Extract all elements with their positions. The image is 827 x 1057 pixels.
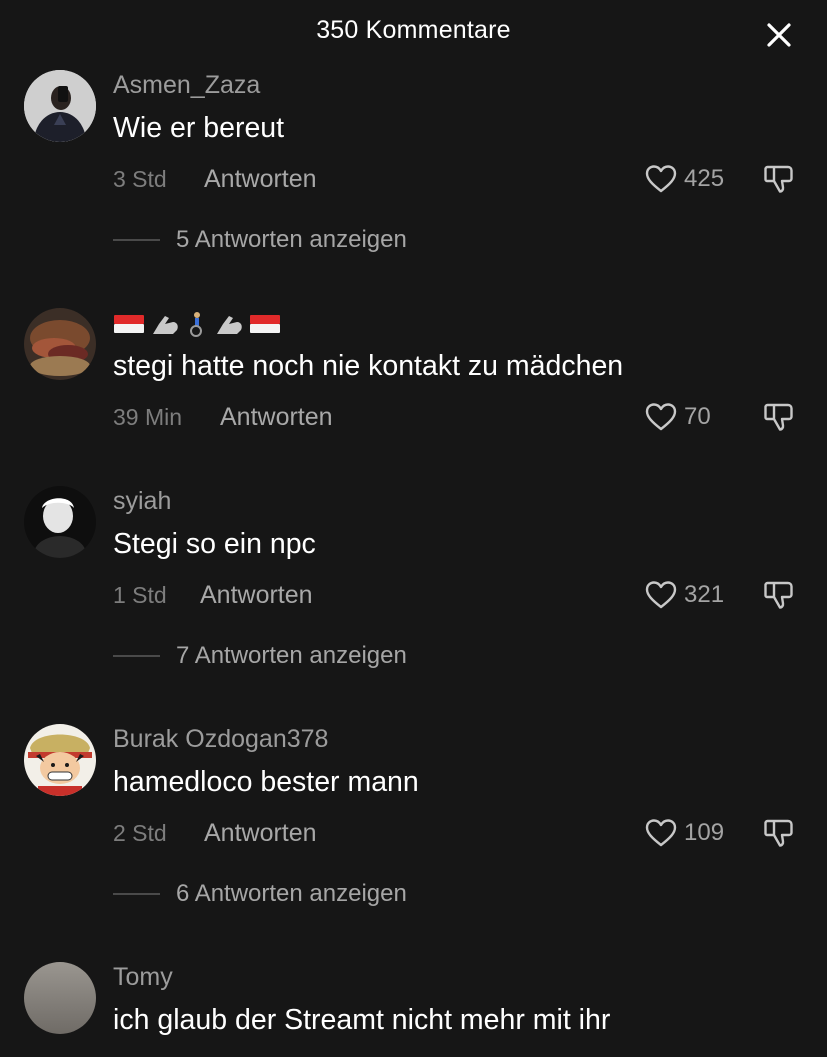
wheelchair-person-icon bbox=[190, 312, 202, 337]
thumbs-down-icon bbox=[764, 819, 793, 847]
reply-button[interactable]: Antworten bbox=[200, 580, 313, 610]
flexed-biceps-icon bbox=[153, 316, 178, 334]
comment-timestamp: 2 Std bbox=[113, 820, 167, 846]
close-button[interactable] bbox=[762, 18, 796, 52]
reply-divider-line bbox=[113, 239, 160, 241]
like-count: 70 bbox=[684, 403, 711, 430]
like-button[interactable]: 70 bbox=[644, 400, 711, 434]
comment-text: Stegi so ein npc bbox=[113, 528, 316, 560]
avatar[interactable] bbox=[24, 308, 96, 380]
indonesia-flag-icon bbox=[250, 315, 280, 333]
like-button[interactable]: 425 bbox=[644, 162, 724, 196]
username-emoji-row[interactable] bbox=[113, 310, 281, 338]
avatar[interactable] bbox=[24, 486, 96, 558]
dislike-button[interactable] bbox=[762, 578, 796, 612]
like-count: 425 bbox=[684, 165, 725, 192]
comment-username[interactable]: Tomy bbox=[113, 962, 173, 992]
like-count: 109 bbox=[684, 819, 725, 846]
comment-timestamp: 3 Std bbox=[113, 166, 167, 192]
avatar[interactable] bbox=[24, 724, 96, 796]
comment-text: Wie er bereut bbox=[113, 112, 285, 144]
reply-divider-line bbox=[113, 893, 160, 895]
comment-item: Asmen_Zaza Wie er bereut 3 Std Antworten… bbox=[0, 70, 827, 260]
comment-text: ich glaub der Streamt nicht mehr mit ihr bbox=[113, 1004, 611, 1036]
thumbs-down-icon bbox=[764, 165, 793, 193]
comment-username[interactable]: Burak Ozdogan378 bbox=[113, 724, 328, 754]
thumbs-down-icon bbox=[764, 581, 793, 609]
comment-item: stegi hatte noch nie kontakt zu mädchen … bbox=[0, 308, 827, 438]
heart-icon bbox=[645, 581, 677, 609]
reply-button[interactable]: Antworten bbox=[220, 402, 333, 432]
comments-count-title: 350 Kommentare bbox=[316, 16, 511, 44]
view-replies-button[interactable]: 6 Antworten anzeigen bbox=[113, 879, 407, 909]
reply-button[interactable]: Antworten bbox=[204, 164, 317, 194]
dislike-button[interactable] bbox=[762, 816, 796, 850]
like-button[interactable]: 321 bbox=[644, 578, 724, 612]
comment-username[interactable]: syiah bbox=[113, 486, 171, 516]
reply-button[interactable]: Antworten bbox=[204, 818, 317, 848]
view-replies-button[interactable]: 7 Antworten anzeigen bbox=[113, 641, 407, 671]
view-replies-label: 5 Antworten anzeigen bbox=[176, 226, 407, 253]
like-button[interactable]: 109 bbox=[644, 816, 724, 850]
dislike-button[interactable] bbox=[762, 162, 796, 196]
close-icon bbox=[767, 23, 791, 47]
avatar[interactable] bbox=[24, 70, 96, 142]
heart-icon bbox=[645, 819, 677, 847]
comment-item: Burak Ozdogan378 hamedloco bester mann 2… bbox=[0, 724, 827, 914]
like-count: 321 bbox=[684, 581, 725, 608]
comment-text: hamedloco bester mann bbox=[113, 766, 419, 798]
dislike-button[interactable] bbox=[762, 400, 796, 434]
comment-timestamp: 1 Std bbox=[113, 582, 167, 608]
heart-icon bbox=[645, 403, 677, 431]
comment-text: stegi hatte noch nie kontakt zu mädchen bbox=[113, 350, 624, 382]
heart-icon bbox=[645, 165, 677, 193]
comment-timestamp: 39 Min bbox=[113, 404, 183, 430]
view-replies-button[interactable]: 5 Antworten anzeigen bbox=[113, 225, 407, 255]
view-replies-label: 6 Antworten anzeigen bbox=[176, 880, 407, 907]
comment-item: Tomy ich glaub der Streamt nicht mehr mi… bbox=[0, 962, 827, 1057]
reply-divider-line bbox=[113, 655, 160, 657]
avatar[interactable] bbox=[24, 962, 96, 1034]
view-replies-label: 7 Antworten anzeigen bbox=[176, 642, 407, 669]
comment-username[interactable]: Asmen_Zaza bbox=[113, 70, 260, 100]
thumbs-down-icon bbox=[764, 403, 793, 431]
indonesia-flag-icon bbox=[114, 315, 144, 333]
comment-item: syiah Stegi so ein npc 1 Std Antworten 3… bbox=[0, 486, 827, 676]
flexed-biceps-icon bbox=[217, 316, 242, 334]
